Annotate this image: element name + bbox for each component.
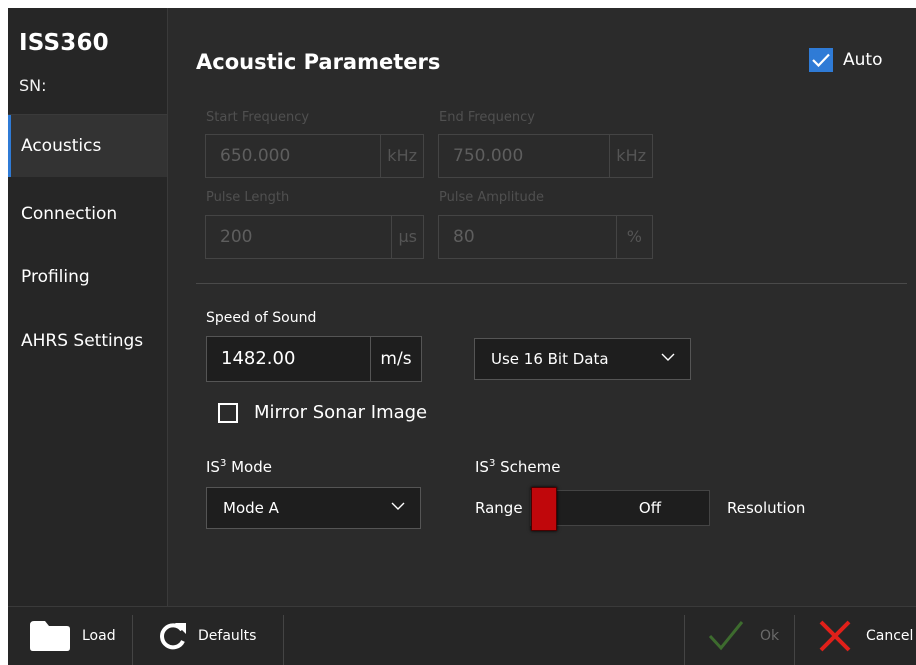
- check-icon: [708, 621, 744, 651]
- is3-mode-label-prefix: IS: [206, 458, 220, 476]
- end-frequency-value: 750.000: [453, 146, 524, 166]
- sidebar-item-label: Connection: [21, 204, 118, 224]
- is3-scheme-resolution-label: Resolution: [727, 499, 806, 517]
- toggle-knob[interactable]: [531, 487, 557, 531]
- defaults-button[interactable]: Defaults: [158, 607, 256, 665]
- ok-label: Ok: [760, 628, 780, 644]
- load-button[interactable]: Load: [30, 607, 116, 665]
- speed-of-sound-field[interactable]: 1482.00 m/s: [206, 336, 422, 382]
- ok-button[interactable]: Ok: [708, 607, 779, 665]
- is3-scheme-label: IS3 Scheme: [475, 458, 560, 476]
- checkmark-icon: [809, 48, 833, 72]
- device-name: ISS360: [19, 30, 109, 56]
- pulse-length-field[interactable]: 200 µs: [205, 215, 424, 259]
- start-frequency-label: Start Frequency: [206, 110, 310, 125]
- sidebar-item-profiling[interactable]: Profiling: [8, 246, 167, 308]
- sidebar-item-connection[interactable]: Connection: [8, 183, 167, 245]
- sidebar-item-label: AHRS Settings: [21, 331, 144, 351]
- end-frequency-unit: kHz: [609, 135, 652, 177]
- pulse-amplitude-label: Pulse Amplitude: [439, 190, 544, 205]
- load-label: Load: [82, 628, 116, 644]
- footer-divider: [132, 615, 133, 665]
- is3-mode-label: IS3 Mode: [206, 458, 272, 476]
- folder-icon: [30, 621, 70, 651]
- cancel-button[interactable]: Cancel: [818, 607, 913, 665]
- refresh-icon: [160, 623, 186, 650]
- mirror-sonar-label: Mirror Sonar Image: [254, 402, 428, 423]
- close-icon: [819, 620, 851, 652]
- sidebar-item-label: Profiling: [21, 267, 90, 287]
- speed-of-sound-value: 1482.00: [221, 348, 296, 369]
- pulse-amplitude-value: 80: [453, 227, 475, 247]
- is3-mode-label-suffix: Mode: [226, 458, 272, 476]
- is3-mode-selected: Mode A: [223, 499, 279, 517]
- sidebar-item-ahrs-settings[interactable]: AHRS Settings: [8, 310, 167, 372]
- pulse-amplitude-field[interactable]: 80 %: [438, 215, 653, 259]
- serial-number-label: SN:: [19, 76, 47, 95]
- footer-divider: [283, 615, 284, 665]
- speed-of-sound-unit: m/s: [370, 337, 421, 381]
- end-frequency-field[interactable]: 750.000 kHz: [438, 134, 653, 178]
- toggle-state: Off: [638, 499, 662, 517]
- mirror-sonar-checkbox[interactable]: Mirror Sonar Image: [218, 402, 427, 423]
- pulse-length-unit: µs: [391, 216, 423, 258]
- footer-divider: [794, 615, 795, 665]
- sidebar-item-acoustics[interactable]: Acoustics: [8, 115, 167, 177]
- end-frequency-label: End Frequency: [439, 110, 535, 125]
- sidebar: ISS360 SN: Acoustics Connection Profilin…: [8, 8, 168, 606]
- is3-scheme-label-suffix: Scheme: [495, 458, 561, 476]
- chevron-down-icon: [661, 353, 675, 361]
- sidebar-item-label: Acoustics: [21, 136, 102, 156]
- data-bits-selected: Use 16 Bit Data: [491, 350, 609, 368]
- footer-toolbar: Load Defaults Ok Cancel: [8, 606, 916, 665]
- is3-mode-dropdown[interactable]: Mode A: [206, 487, 421, 529]
- checkbox-box: [218, 402, 238, 423]
- pulse-length-label: Pulse Length: [206, 190, 290, 205]
- cancel-label: Cancel: [866, 628, 914, 644]
- pulse-amplitude-unit: %: [615, 216, 652, 258]
- is3-scheme-range-label: Range: [475, 499, 523, 517]
- page-title: Acoustic Parameters: [196, 50, 441, 74]
- auto-label: Auto: [843, 50, 883, 70]
- data-bits-dropdown[interactable]: Use 16 Bit Data: [474, 338, 691, 380]
- is3-scheme-toggle[interactable]: Off: [530, 487, 710, 531]
- start-frequency-unit: kHz: [380, 135, 423, 177]
- chevron-down-icon: [391, 502, 405, 510]
- start-frequency-field[interactable]: 650.000 kHz: [205, 134, 424, 178]
- auto-checkbox[interactable]: Auto: [809, 48, 882, 72]
- settings-window: ISS360 SN: Acoustics Connection Profilin…: [8, 8, 916, 665]
- defaults-label: Defaults: [198, 628, 257, 644]
- speed-of-sound-label: Speed of Sound: [206, 310, 317, 326]
- is3-scheme-label-prefix: IS: [475, 458, 489, 476]
- start-frequency-value: 650.000: [220, 146, 291, 166]
- pulse-length-value: 200: [220, 227, 253, 247]
- footer-divider: [684, 615, 685, 665]
- section-divider: [196, 283, 907, 284]
